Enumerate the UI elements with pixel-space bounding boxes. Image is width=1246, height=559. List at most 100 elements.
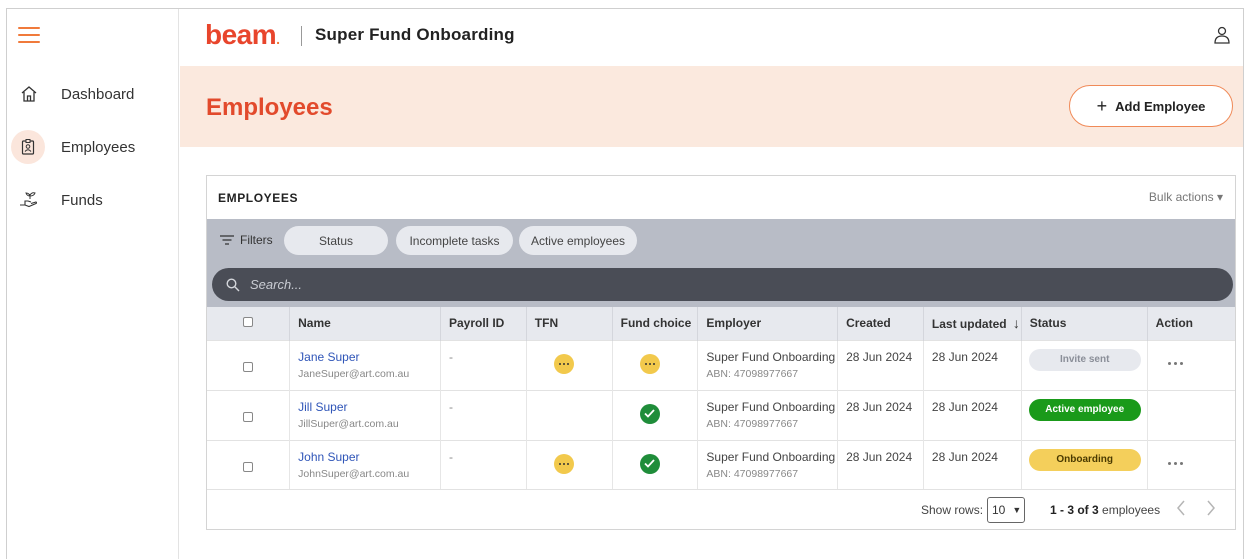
employer-abn: ABN: 47098977667 bbox=[706, 367, 799, 380]
employer-name: Super Fund Onboarding bbox=[706, 349, 836, 364]
previous-page-icon[interactable] bbox=[1175, 499, 1187, 522]
rows-per-page-select[interactable]: 10 ▼ bbox=[987, 497, 1025, 523]
table-row[interactable]: Jane Super JaneSuper@art.com.au - Super Fun… bbox=[207, 339, 1235, 390]
page-banner: Employees + Add Employee bbox=[180, 66, 1243, 147]
employees-table: Name Payroll ID TFN Fund choice Employer… bbox=[207, 307, 1235, 490]
check-icon bbox=[639, 453, 660, 474]
employee-badge-icon bbox=[11, 130, 45, 164]
sidebar: Dashboard Employees Funds bbox=[7, 9, 179, 559]
employee-email: JillSuper@art.com.au bbox=[298, 417, 399, 430]
header: beam. Super Fund Onboarding bbox=[180, 9, 1243, 65]
user-icon[interactable] bbox=[1213, 25, 1233, 47]
sidebar-item-label: Employees bbox=[61, 138, 136, 156]
select-all-checkbox[interactable] bbox=[243, 317, 254, 328]
employer-cell: Super Fund Onboarding ABN: 47098977667 bbox=[697, 439, 839, 490]
sidebar-item-funds[interactable]: Funds bbox=[7, 181, 179, 219]
name-cell: Jane Super JaneSuper@art.com.au bbox=[289, 339, 441, 390]
pending-icon bbox=[553, 353, 574, 374]
status-cell: Active employee bbox=[1021, 389, 1148, 440]
column-header[interactable]: Employer bbox=[697, 307, 839, 340]
column-header[interactable]: TFN bbox=[526, 307, 613, 340]
table-row[interactable]: Jill Super JillSuper@art.com.au - Super Fun… bbox=[207, 389, 1235, 440]
column-header[interactable]: Name bbox=[289, 307, 441, 340]
last-updated-cell: 28 Jun 2024 bbox=[923, 389, 1022, 440]
fund-choice-cell bbox=[612, 439, 699, 490]
sidebar-item-dashboard[interactable]: Dashboard bbox=[7, 75, 179, 113]
check-icon bbox=[639, 403, 660, 424]
menu-icon[interactable] bbox=[18, 27, 40, 43]
employee-name-link[interactable]: Jane Super bbox=[298, 350, 440, 364]
action-cell bbox=[1147, 339, 1235, 390]
select-all-cell bbox=[207, 307, 291, 340]
tfn-cell bbox=[526, 389, 613, 440]
add-employee-button[interactable]: + Add Employee bbox=[1069, 85, 1233, 127]
filter-chip-status[interactable]: Status bbox=[284, 226, 388, 255]
status-badge: Invite sent bbox=[1028, 348, 1141, 371]
action-cell bbox=[1147, 439, 1235, 490]
filter-icon bbox=[220, 235, 234, 245]
card-header: EMPLOYEES Bulk actions ▾ bbox=[207, 176, 1235, 219]
row-select-cell bbox=[207, 339, 291, 390]
employer-cell: Super Fund Onboarding ABN: 47098977667 bbox=[697, 389, 839, 440]
sidebar-item-label: Dashboard bbox=[61, 85, 135, 103]
row-select-cell bbox=[207, 439, 291, 490]
chevron-down-icon: ▼ bbox=[1012, 505, 1022, 515]
more-actions-icon[interactable] bbox=[1167, 361, 1186, 365]
row-select-cell bbox=[207, 389, 291, 440]
fund-choice-cell bbox=[612, 389, 699, 440]
header-divider bbox=[301, 26, 302, 46]
search-icon bbox=[226, 277, 240, 291]
plant-hand-icon bbox=[19, 190, 39, 210]
column-header[interactable]: Payroll ID bbox=[440, 307, 527, 340]
next-page-icon[interactable] bbox=[1205, 499, 1217, 522]
pending-icon bbox=[639, 353, 660, 374]
employer-abn: ABN: 47098977667 bbox=[706, 417, 799, 430]
caret-down-icon: ▾ bbox=[1216, 190, 1223, 204]
column-header[interactable]: Action bbox=[1147, 307, 1235, 340]
status-badge: Active employee bbox=[1028, 398, 1141, 421]
created-cell: 28 Jun 2024 bbox=[837, 339, 924, 390]
more-actions-icon[interactable] bbox=[1167, 461, 1186, 465]
status-badge: Onboarding bbox=[1028, 448, 1141, 471]
column-header-last-updated[interactable]: Last updated ↓ bbox=[923, 307, 1022, 340]
column-header[interactable]: Fund choice bbox=[612, 307, 699, 340]
employee-email: JaneSuper@art.com.au bbox=[298, 367, 410, 380]
app-window: Dashboard Employees Funds beam. Super Fu… bbox=[6, 8, 1244, 559]
created-cell: 28 Jun 2024 bbox=[837, 439, 924, 490]
app-title: Super Fund Onboarding bbox=[315, 25, 515, 44]
search-input[interactable]: Search... bbox=[212, 268, 1233, 301]
employee-name-link[interactable]: John Super bbox=[298, 450, 440, 464]
action-cell bbox=[1147, 389, 1235, 440]
payroll-id-cell: - bbox=[440, 339, 527, 390]
table-header-row: Name Payroll ID TFN Fund choice Employer… bbox=[207, 307, 1235, 340]
plus-icon: + bbox=[1096, 95, 1108, 116]
last-updated-cell: 28 Jun 2024 bbox=[923, 439, 1022, 490]
bulk-actions-dropdown[interactable]: Bulk actions ▾ bbox=[1149, 190, 1223, 204]
pending-icon bbox=[553, 453, 574, 474]
filters-button[interactable]: Filters bbox=[220, 233, 273, 247]
created-cell: 28 Jun 2024 bbox=[837, 389, 924, 440]
table-row[interactable]: John Super JohnSuper@art.com.au - Super Fun… bbox=[207, 439, 1235, 490]
employee-name-link[interactable]: Jill Super bbox=[298, 400, 440, 414]
status-cell: Onboarding bbox=[1021, 439, 1148, 490]
row-checkbox[interactable] bbox=[243, 361, 254, 372]
employer-abn: ABN: 47098977667 bbox=[706, 467, 799, 480]
table-footer: Show rows: 10 ▼ 1 - 3 of 3 employees bbox=[207, 489, 1235, 529]
show-rows-label: Show rows: bbox=[921, 503, 984, 517]
search-placeholder: Search... bbox=[250, 277, 303, 292]
add-employee-label: Add Employee bbox=[1115, 98, 1206, 114]
column-header[interactable]: Status bbox=[1021, 307, 1148, 340]
sidebar-item-label: Funds bbox=[61, 191, 103, 209]
pagination-info: 1 - 3 of 3 employees bbox=[1050, 503, 1161, 517]
column-header[interactable]: Created bbox=[837, 307, 924, 340]
filter-chip-active-employees[interactable]: Active employees bbox=[519, 226, 637, 255]
sidebar-item-employees[interactable]: Employees bbox=[7, 128, 179, 166]
tfn-cell bbox=[526, 439, 613, 490]
search-bar: Search... bbox=[207, 262, 1235, 307]
row-checkbox[interactable] bbox=[243, 461, 254, 472]
filter-chip-incomplete-tasks[interactable]: Incomplete tasks bbox=[396, 226, 513, 255]
payroll-id-cell: - bbox=[440, 439, 527, 490]
row-checkbox[interactable] bbox=[243, 411, 254, 422]
card-title: EMPLOYEES bbox=[218, 191, 299, 205]
employee-email: JohnSuper@art.com.au bbox=[298, 467, 410, 480]
